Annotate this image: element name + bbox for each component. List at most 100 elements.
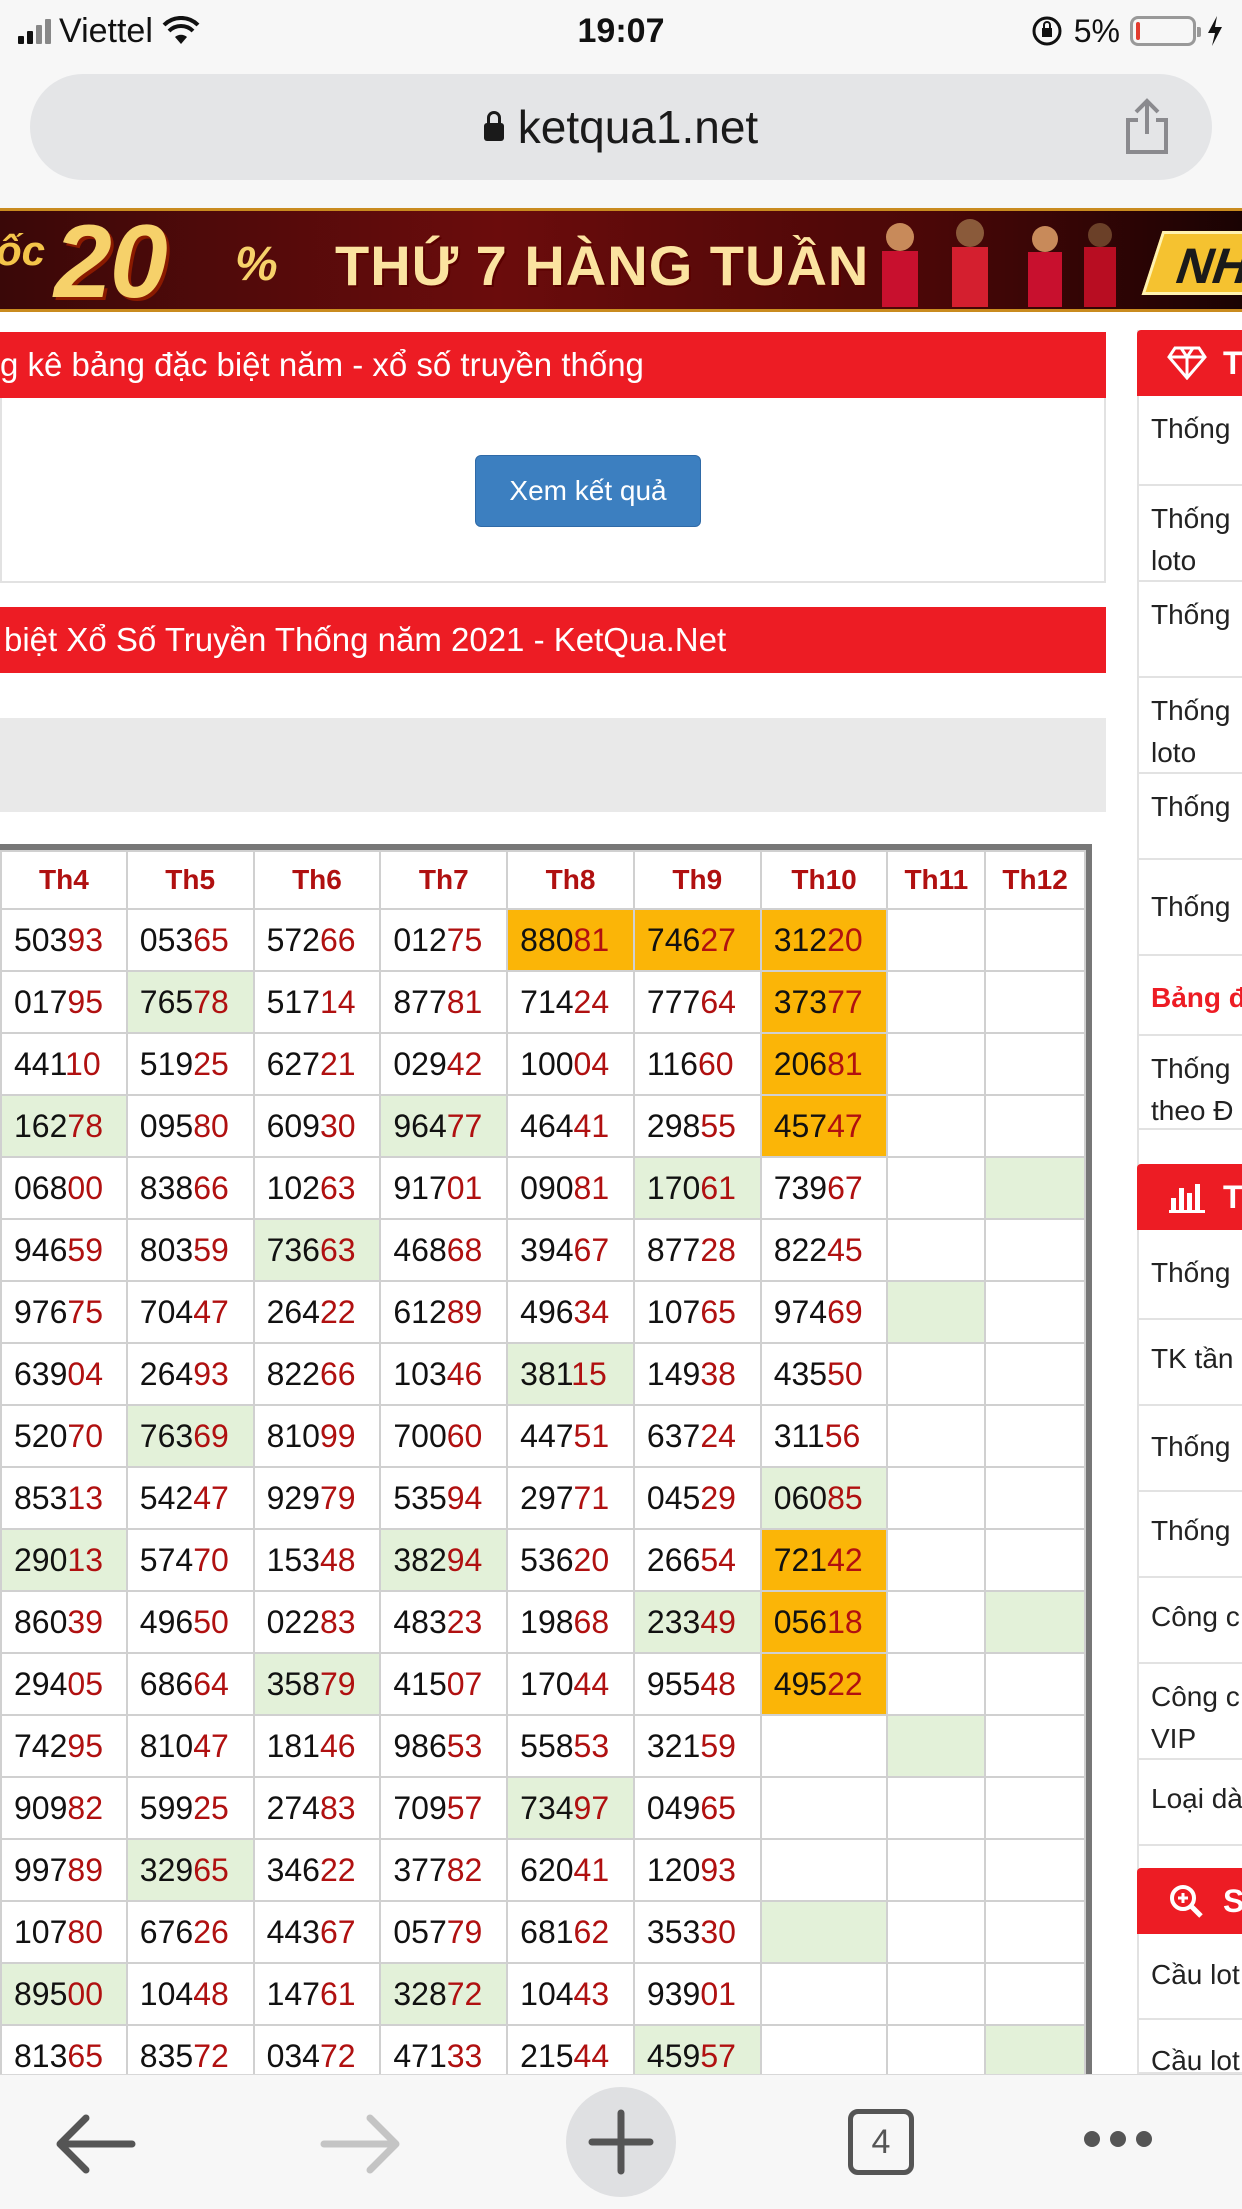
number-suffix: 95 [67, 983, 103, 1020]
number-prefix: 496 [520, 1293, 574, 1330]
number-suffix: 26 [193, 1913, 229, 1950]
result-cell [886, 1342, 987, 1406]
result-cell: 29855 [632, 1094, 762, 1158]
new-tab-button[interactable] [566, 2087, 676, 2197]
result-cell: 70060 [379, 1404, 509, 1468]
number-prefix: 822 [266, 1355, 320, 1392]
sidebar-item-16[interactable]: Cầu lot [1137, 2020, 1242, 2074]
result-cell: 16278 [0, 1094, 128, 1158]
result-cell: 44367 [252, 1900, 382, 1964]
sidebar-header-search: So [1137, 1868, 1242, 1934]
address-bar[interactable]: ketqua1.net [30, 74, 1212, 180]
number-suffix: 45 [827, 1231, 863, 1268]
table-row: 52070 76369 81099 70060 44751 63724 31156 [0, 1404, 1086, 1468]
sidebar-item-14[interactable]: Loại dà [1137, 1760, 1242, 1846]
url-display[interactable]: ketqua1.net [30, 74, 1212, 180]
result-cell: 05618 [759, 1590, 889, 1654]
number-prefix: 100 [520, 1045, 574, 1082]
number-suffix: 00 [67, 1975, 103, 2012]
number-suffix: 69 [193, 1417, 229, 1454]
sidebar-item-7[interactable]: Thống theo Đ [1137, 1034, 1242, 1130]
sidebar-item-3[interactable]: Thống [1137, 582, 1242, 678]
number-prefix: 964 [393, 1107, 447, 1144]
result-cell: 68162 [506, 1900, 635, 1964]
number-suffix: 70 [193, 1541, 229, 1578]
number-suffix: 93 [700, 1851, 736, 1888]
number-prefix: 721 [773, 1541, 828, 1578]
number-prefix: 206 [773, 1045, 828, 1082]
table-row: 63904 26493 82266 10346 38115 14938 43550 [0, 1342, 1086, 1406]
number-prefix: 681 [520, 1913, 574, 1950]
table-row: 01795 76578 51714 87781 71424 77764 37377 [0, 970, 1086, 1034]
number-prefix: 734 [520, 1789, 574, 1826]
result-cell: 47133 [379, 2024, 509, 2074]
number-prefix: 620 [520, 1851, 574, 1888]
sidebar-item-2[interactable]: Thống loto [1137, 486, 1242, 582]
number-prefix: 107 [14, 1913, 68, 1950]
number-prefix: 574 [139, 1541, 194, 1578]
sidebar-item-1[interactable]: Thống [1137, 396, 1242, 486]
sidebar-item-10[interactable]: Thống [1137, 1406, 1242, 1492]
back-arrow-icon[interactable] [46, 2099, 146, 2189]
number-suffix: 01 [446, 1169, 483, 1206]
column-header: Th10 [759, 850, 889, 910]
sidebar-item-8[interactable]: Thống [1137, 1230, 1242, 1320]
number-suffix: 25 [193, 1789, 229, 1826]
number-suffix: 48 [193, 1975, 229, 2012]
table-header-row: Th4 Th5 Th6 Th7 Th8 Th9 Th10 Th11 Th12 [0, 850, 1086, 910]
sidebar-header-stats: T [1137, 330, 1242, 396]
result-cell: 51925 [125, 1032, 255, 1096]
tabs-button[interactable]: 4 [848, 2109, 914, 2175]
result-cell [886, 1218, 987, 1282]
number-suffix: 42 [827, 1541, 863, 1578]
promo-banner[interactable]: ốc 20 % THỨ 7 HÀNG TUẦN NH [0, 208, 1242, 312]
rotation-lock-icon [1032, 16, 1062, 46]
banner-percent: 20 [54, 208, 168, 312]
result-cell: 29013 [0, 1528, 128, 1592]
result-cell [886, 1714, 987, 1778]
number-prefix: 346 [266, 1851, 320, 1888]
result-cell: 46868 [379, 1218, 509, 1282]
result-cell [759, 2024, 889, 2074]
number-suffix: 46 [319, 1727, 356, 1764]
sidebar-item-5[interactable]: Thống [1137, 774, 1242, 860]
result-cell: 29771 [506, 1466, 635, 1530]
result-cell: 85313 [0, 1466, 128, 1530]
result-cell: 03472 [252, 2024, 382, 2074]
number-suffix: 68 [446, 1231, 483, 1268]
number-prefix: 714 [520, 983, 574, 1020]
result-cell: 05779 [379, 1900, 509, 1964]
number-suffix: 44 [573, 1665, 610, 1702]
result-cell: 27483 [252, 1776, 382, 1840]
view-results-button[interactable]: Xem kết quả [475, 455, 701, 527]
share-icon[interactable] [1122, 98, 1172, 156]
number-prefix: 946 [14, 1231, 68, 1268]
more-menu-icon[interactable] [1084, 2131, 1152, 2147]
sidebar-item-12[interactable]: Công c [1137, 1578, 1242, 1664]
forward-arrow-icon[interactable] [310, 2099, 410, 2189]
sidebar-header-label-2: T [1223, 1179, 1242, 1215]
number-prefix: 939 [646, 1975, 701, 2012]
number-suffix: 51 [573, 1417, 610, 1454]
number-suffix: 93 [67, 921, 103, 958]
number-prefix: 274 [266, 1789, 320, 1826]
sidebar-item-13[interactable]: Công c VIP [1137, 1664, 1242, 1760]
number-suffix: 21 [319, 1045, 356, 1082]
sidebar-subheading[interactable]: Bảng đ [1137, 968, 1242, 1028]
sidebar-item-6[interactable]: Thống [1137, 860, 1242, 956]
sidebar-item-9[interactable]: TK tần [1137, 1320, 1242, 1406]
result-cell [984, 1962, 1086, 2026]
result-cell [759, 1962, 889, 2026]
result-cell: 43550 [759, 1342, 889, 1406]
sidebar-item-11[interactable]: Thống [1137, 1492, 1242, 1578]
result-cell: 49634 [506, 1280, 635, 1344]
sidebar-item-15[interactable]: Cầu lot [1137, 1934, 1242, 2020]
number-suffix: 64 [193, 1665, 229, 1702]
number-prefix: 483 [393, 1603, 447, 1640]
sidebar-item-4[interactable]: Thống loto [1137, 678, 1242, 774]
result-cell: 12093 [632, 1838, 762, 1902]
number-prefix: 233 [646, 1603, 701, 1640]
number-prefix: 441 [14, 1045, 66, 1082]
result-cell: 10448 [125, 1962, 255, 2026]
result-cell: 18146 [252, 1714, 382, 1778]
